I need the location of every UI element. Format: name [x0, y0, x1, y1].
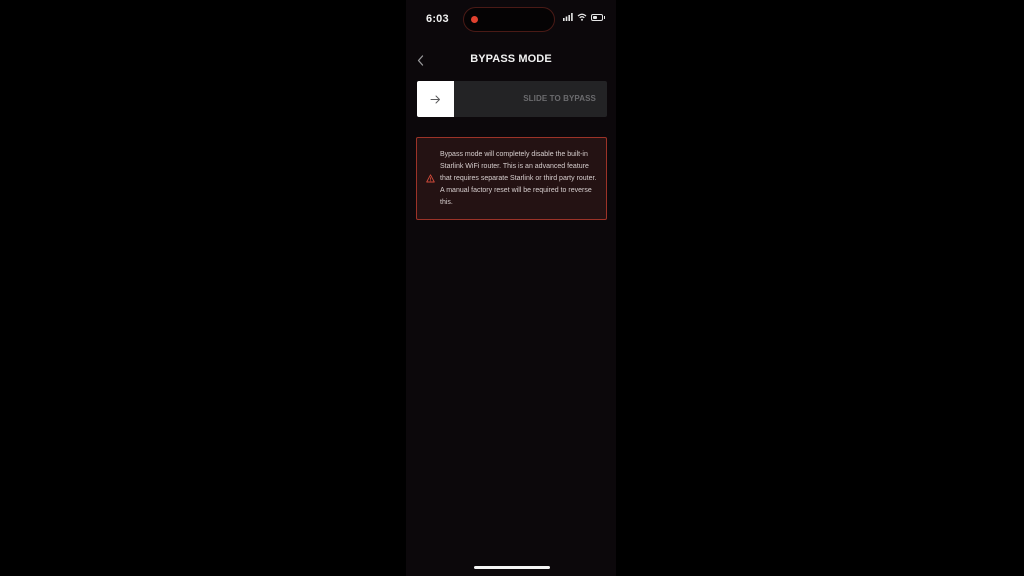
wifi-icon	[577, 13, 587, 21]
arrow-right-icon	[430, 95, 440, 103]
status-icons	[563, 13, 605, 21]
status-time: 6:03	[426, 13, 449, 25]
page-title: BYPASS MODE	[470, 53, 552, 65]
slider-handle[interactable]	[417, 81, 454, 117]
phone-screen: 6:03 BYPASS MODE SLIDE TO BYPASS Bypass …	[406, 0, 616, 576]
slide-to-bypass-slider[interactable]: SLIDE TO BYPASS	[417, 81, 607, 117]
warning-text: Bypass mode will completely disable the …	[440, 151, 597, 206]
home-indicator[interactable]	[474, 566, 550, 569]
slider-label: SLIDE TO BYPASS	[523, 94, 596, 103]
screen: 6:03 BYPASS MODE SLIDE TO BYPASS Bypass …	[0, 0, 1024, 576]
dynamic-island	[463, 7, 555, 32]
signal-icon	[563, 13, 573, 21]
recording-indicator-icon	[471, 16, 478, 23]
warning-triangle-icon	[426, 174, 435, 183]
warning-banner: Bypass mode will completely disable the …	[416, 137, 607, 220]
battery-icon	[591, 13, 605, 21]
